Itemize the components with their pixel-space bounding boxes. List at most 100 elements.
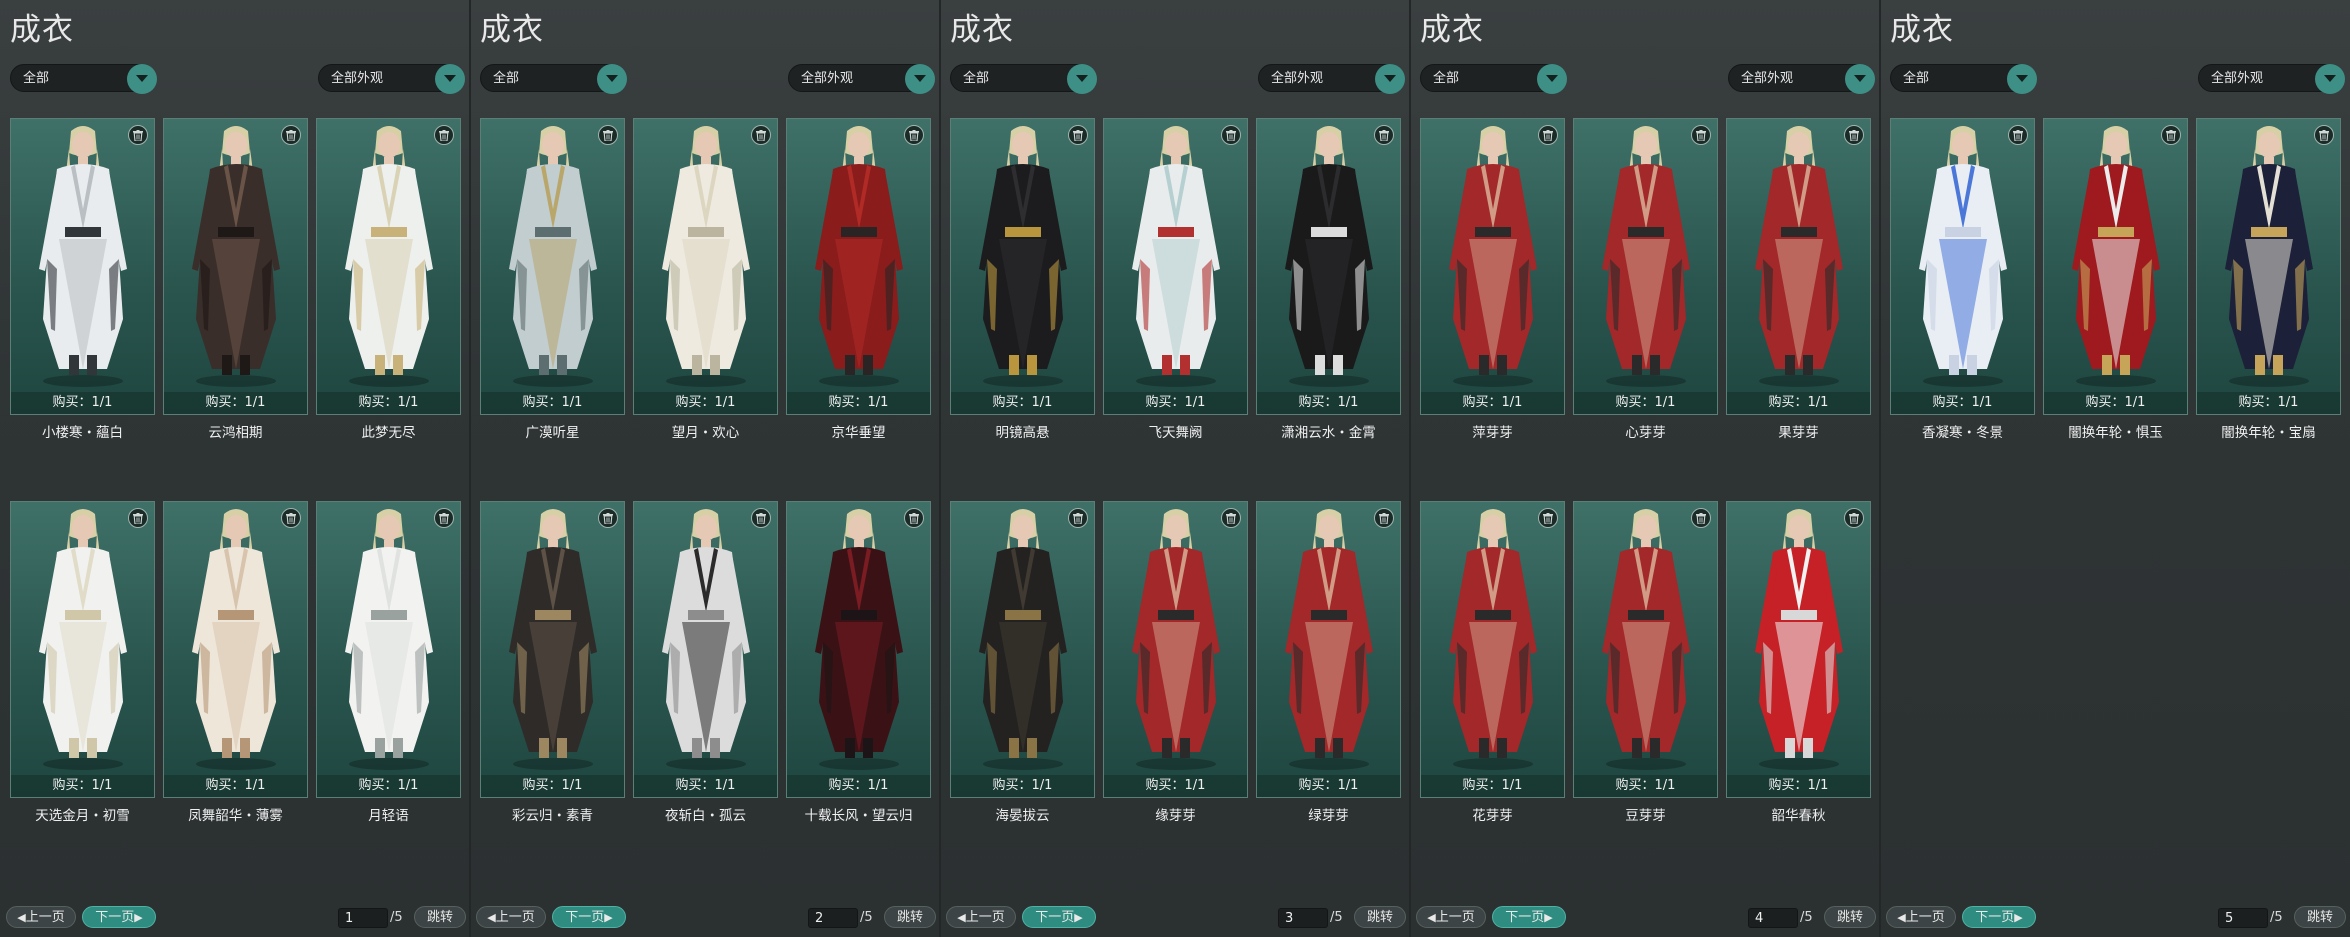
trash-icon[interactable]: [1374, 125, 1394, 145]
appearance-dropdown[interactable]: 全部外观: [788, 64, 935, 94]
chevron-down-icon[interactable]: [1067, 64, 1097, 94]
prev-page-button[interactable]: ◀上一页: [1886, 906, 1956, 928]
outfit-card[interactable]: 购买：1/1: [1420, 501, 1565, 798]
outfit-card[interactable]: 购买：1/1: [1726, 118, 1871, 415]
outfit-card[interactable]: 购买：1/1: [10, 501, 155, 798]
outfit-card[interactable]: 购买：1/1: [786, 118, 931, 415]
outfit-card[interactable]: 购买：1/1: [10, 118, 155, 415]
chevron-down-icon[interactable]: [905, 64, 935, 94]
next-page-button[interactable]: 下一页▶: [82, 906, 156, 928]
trash-icon[interactable]: [751, 508, 771, 528]
chevron-down-icon[interactable]: [2315, 64, 2345, 94]
outfit-card[interactable]: 购买：1/1: [1573, 118, 1718, 415]
trash-icon[interactable]: [904, 508, 924, 528]
outfit-card[interactable]: 购买：1/1: [316, 118, 461, 415]
trash-icon[interactable]: [598, 508, 618, 528]
outfit-card[interactable]: 购买：1/1: [480, 118, 625, 415]
chevron-down-icon[interactable]: [1375, 64, 1405, 94]
trash-icon[interactable]: [1538, 508, 1558, 528]
appearance-dropdown[interactable]: 全部外观: [2198, 64, 2345, 94]
outfit-card[interactable]: 购买：1/1: [950, 118, 1095, 415]
outfit-card[interactable]: 购买：1/1: [1573, 501, 1718, 798]
page-number-input[interactable]: 3: [1278, 908, 1328, 928]
page-number-input[interactable]: 1: [338, 908, 388, 928]
trash-icon[interactable]: [434, 508, 454, 528]
trash-icon[interactable]: [2008, 125, 2028, 145]
outfit-card[interactable]: 购买：1/1: [950, 501, 1095, 798]
trash-icon[interactable]: [128, 508, 148, 528]
page-number-input[interactable]: 4: [1748, 908, 1798, 928]
jump-button[interactable]: 跳转: [414, 906, 466, 928]
appearance-dropdown[interactable]: 全部外观: [1728, 64, 1875, 94]
shop-panel-page-5: 成衣 全部 全部外观 购买：1/1 香凝寒・冬景 购买：1/1 闇换年轮・惧玉 …: [1880, 0, 2350, 937]
next-page-button[interactable]: 下一页▶: [1492, 906, 1566, 928]
prev-page-button[interactable]: ◀上一页: [476, 906, 546, 928]
trash-icon[interactable]: [904, 125, 924, 145]
outfit-preview-image: [1574, 119, 1719, 389]
outfit-card[interactable]: 购买：1/1: [316, 501, 461, 798]
outfit-card[interactable]: 购买：1/1: [1420, 118, 1565, 415]
prev-page-button[interactable]: ◀上一页: [946, 906, 1016, 928]
chevron-down-icon[interactable]: [1845, 64, 1875, 94]
trash-icon[interactable]: [1538, 125, 1558, 145]
appearance-dropdown[interactable]: 全部外观: [318, 64, 465, 94]
trash-icon[interactable]: [1068, 125, 1088, 145]
jump-button[interactable]: 跳转: [884, 906, 936, 928]
category-dropdown[interactable]: 全部: [1890, 64, 2037, 94]
trash-icon[interactable]: [1691, 508, 1711, 528]
trash-icon[interactable]: [1374, 508, 1394, 528]
appearance-dropdown[interactable]: 全部外观: [1258, 64, 1405, 94]
next-page-button[interactable]: 下一页▶: [1022, 906, 1096, 928]
trash-icon[interactable]: [1844, 125, 1864, 145]
outfit-card[interactable]: 购买：1/1: [480, 501, 625, 798]
prev-page-button[interactable]: ◀上一页: [1416, 906, 1486, 928]
trash-icon[interactable]: [1844, 508, 1864, 528]
outfit-card[interactable]: 购买：1/1: [633, 501, 778, 798]
page-number-input[interactable]: 2: [808, 908, 858, 928]
chevron-down-icon[interactable]: [127, 64, 157, 94]
next-page-button[interactable]: 下一页▶: [1962, 906, 2036, 928]
trash-icon[interactable]: [281, 508, 301, 528]
outfit-card[interactable]: 购买：1/1: [163, 501, 308, 798]
trash-icon[interactable]: [2314, 125, 2334, 145]
category-dropdown[interactable]: 全部: [950, 64, 1097, 94]
chevron-right-icon: ▶: [604, 911, 613, 924]
chevron-down-icon[interactable]: [435, 64, 465, 94]
jump-button[interactable]: 跳转: [1824, 906, 1876, 928]
trash-icon[interactable]: [1691, 125, 1711, 145]
prev-page-button[interactable]: ◀上一页: [6, 906, 76, 928]
outfit-card[interactable]: 购买：1/1: [1103, 501, 1248, 798]
outfit-card[interactable]: 购买：1/1: [2196, 118, 2341, 415]
chevron-down-icon[interactable]: [597, 64, 627, 94]
page-number-input[interactable]: 5: [2218, 908, 2268, 928]
outfit-card[interactable]: 购买：1/1: [786, 501, 931, 798]
outfit-card[interactable]: 购买：1/1: [163, 118, 308, 415]
trash-icon[interactable]: [598, 125, 618, 145]
jump-button[interactable]: 跳转: [1354, 906, 1406, 928]
jump-button[interactable]: 跳转: [2294, 906, 2346, 928]
outfit-name: 十载长风・望云归: [804, 808, 913, 824]
trash-icon[interactable]: [2161, 125, 2181, 145]
trash-icon[interactable]: [1068, 508, 1088, 528]
trash-icon[interactable]: [1221, 508, 1241, 528]
outfit-card[interactable]: 购买：1/1: [1103, 118, 1248, 415]
trash-icon[interactable]: [434, 125, 454, 145]
category-dropdown[interactable]: 全部: [1420, 64, 1567, 94]
appearance-dropdown-value: 全部外观: [801, 71, 854, 86]
chevron-down-icon[interactable]: [1537, 64, 1567, 94]
outfit-card[interactable]: 购买：1/1: [633, 118, 778, 415]
next-page-button[interactable]: 下一页▶: [552, 906, 626, 928]
outfit-card[interactable]: 购买：1/1: [1256, 501, 1401, 798]
trash-icon[interactable]: [751, 125, 771, 145]
trash-icon[interactable]: [281, 125, 301, 145]
category-dropdown[interactable]: 全部: [480, 64, 627, 94]
category-dropdown[interactable]: 全部: [10, 64, 157, 94]
outfit-card[interactable]: 购买：1/1: [2043, 118, 2188, 415]
page-total: /5: [860, 910, 873, 925]
chevron-down-icon[interactable]: [2007, 64, 2037, 94]
outfit-card[interactable]: 购买：1/1: [1726, 501, 1871, 798]
trash-icon[interactable]: [128, 125, 148, 145]
trash-icon[interactable]: [1221, 125, 1241, 145]
outfit-card[interactable]: 购买：1/1: [1256, 118, 1401, 415]
outfit-card[interactable]: 购买：1/1: [1890, 118, 2035, 415]
